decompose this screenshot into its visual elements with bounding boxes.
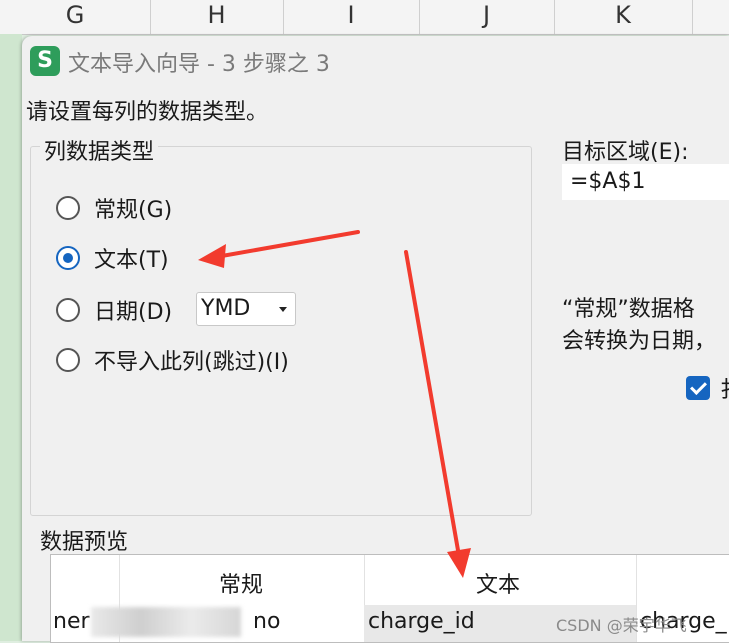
arrow-to-text-column [404, 250, 461, 558]
arrow-to-text-option [214, 230, 360, 259]
annotation-arrows [198, 230, 471, 578]
watermark: CSDN @荣宇华飞 [556, 616, 687, 635]
arrowhead-icon [447, 548, 471, 578]
arrowhead-icon [198, 244, 226, 268]
